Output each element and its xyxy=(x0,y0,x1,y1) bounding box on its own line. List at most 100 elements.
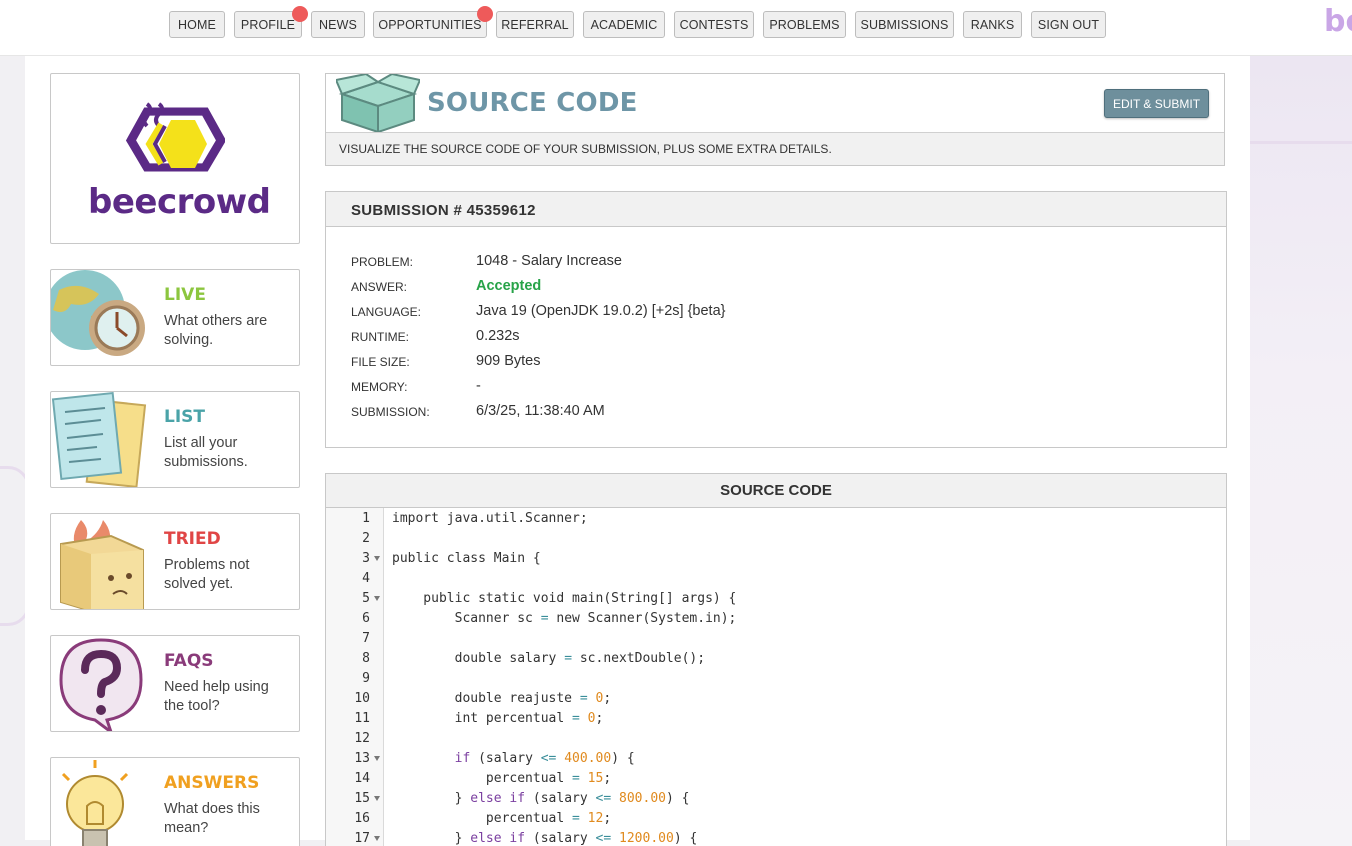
source-code-header-panel: SOURCE CODE EDIT & SUBMIT VISUALIZE THE … xyxy=(325,73,1225,166)
page-title: SOURCE CODE xyxy=(427,88,638,118)
nav-home-button[interactable]: HOME xyxy=(169,11,225,38)
submission-panel-header: SUBMISSION # 45359612 xyxy=(326,192,1226,227)
top-navigation-bar: HOME PROFILE NEWS OPPORTUNITIES REFERRAL… xyxy=(0,0,1352,56)
line-number: 15 xyxy=(354,791,370,806)
line-number: 11 xyxy=(354,711,370,726)
detail-label-language: LANGUAGE: xyxy=(351,305,422,319)
nav-problems-button[interactable]: PROBLEMS xyxy=(763,11,846,38)
beecrowd-logo-card[interactable]: beecrowd xyxy=(50,73,300,244)
detail-label-memory: MEMORY: xyxy=(351,380,408,394)
code-line: 9 xyxy=(326,669,1226,689)
brand-logo-partial[interactable]: be xyxy=(1324,4,1352,39)
code-text: double reajuste = 0; xyxy=(392,691,612,706)
edit-and-submit-button[interactable]: EDIT & SUBMIT xyxy=(1104,89,1209,118)
detail-label-runtime: RUNTIME: xyxy=(351,330,409,344)
source-code-panel: SOURCE CODE 1 import java.util.Scanner; 2 3… xyxy=(325,473,1227,846)
opportunities-notification-badge xyxy=(477,6,493,22)
detail-value-language: Java 19 (OpenJDK 19.0.2) [+2s] {beta} xyxy=(476,303,726,319)
nav-submissions-button[interactable]: SUBMISSIONS xyxy=(855,11,954,38)
code-line: 2 xyxy=(326,529,1226,549)
sidebar-card-description: What does this mean? xyxy=(164,801,260,836)
line-number: 4 xyxy=(362,571,370,586)
code-text: } else if (salary <= 800.00) { xyxy=(392,791,690,806)
line-number: 2 xyxy=(362,531,370,546)
line-number: 8 xyxy=(362,651,370,666)
submission-title: SUBMISSION # 45359612 xyxy=(351,202,536,219)
code-line: 10 double reajuste = 0; xyxy=(326,689,1226,709)
line-number: 16 xyxy=(354,811,370,826)
detail-value-file-size: 909 Bytes xyxy=(476,353,541,369)
background-decoration xyxy=(1250,56,1352,846)
code-text: } else if (salary <= 1200.00) { xyxy=(392,831,698,846)
line-number: 1 xyxy=(362,511,370,526)
burning-box-icon xyxy=(60,520,144,609)
code-line: 8 double salary = sc.nextDouble(); xyxy=(326,649,1226,669)
submission-details-panel: SUBMISSION # 45359612 PROBLEM: 1048 - Sa… xyxy=(325,191,1227,448)
source-code-title: SOURCE CODE xyxy=(326,474,1226,508)
detail-label-answer: ANSWER: xyxy=(351,280,408,294)
nav-opportunities-button[interactable]: OPPORTUNITIES xyxy=(373,11,487,38)
code-line: 17 } else if (salary <= 1200.00) { xyxy=(326,829,1226,846)
lightbulb-icon xyxy=(61,760,129,846)
code-text: int percentual = 0; xyxy=(392,711,604,726)
code-line: 14 percentual = 15; xyxy=(326,769,1226,789)
nav-sign-out-button[interactable]: SIGN OUT xyxy=(1031,11,1106,38)
sidebar-card-tried[interactable]: TRIED Problems not solved yet. xyxy=(50,513,300,610)
detail-label-file-size: FILE SIZE: xyxy=(351,355,410,369)
detail-value-runtime: 0.232s xyxy=(476,328,520,344)
sidebar-card-description: Problems not solved yet. xyxy=(164,557,250,592)
nav-referral-button[interactable]: REFERRAL xyxy=(496,11,574,38)
sidebar-card-title: LIST xyxy=(164,407,205,427)
line-number: 3 xyxy=(362,551,370,566)
detail-value-submission-date: 6/3/25, 11:38:40 AM xyxy=(476,403,605,419)
fold-arrow-icon[interactable] xyxy=(374,556,380,561)
line-number: 5 xyxy=(362,591,370,606)
sidebar-card-faqs[interactable]: FAQS Need help using the tool? xyxy=(50,635,300,732)
sidebar-card-list[interactable]: LIST List all your submissions. xyxy=(50,391,300,488)
fold-arrow-icon[interactable] xyxy=(374,596,380,601)
fold-arrow-icon[interactable] xyxy=(374,796,380,801)
beecrowd-wordmark: beecrowd xyxy=(88,182,271,222)
line-number: 13 xyxy=(354,751,370,766)
code-text: double salary = sc.nextDouble(); xyxy=(392,651,706,666)
sidebar-card-description: What others are solving. xyxy=(164,313,268,348)
nav-academic-button[interactable]: ACADEMIC xyxy=(583,11,665,38)
sidebar-card-description: List all your submissions. xyxy=(164,435,248,470)
fold-arrow-icon[interactable] xyxy=(374,836,380,841)
sidebar-card-live[interactable]: LIVE What others are solving. xyxy=(50,269,300,366)
code-line: 15 } else if (salary <= 800.00) { xyxy=(326,789,1226,809)
question-mark-icon xyxy=(59,638,143,731)
code-line: 12 xyxy=(326,729,1226,749)
code-text: public class Main { xyxy=(392,551,541,566)
detail-value-answer: Accepted xyxy=(476,278,542,294)
code-line: 4 xyxy=(326,569,1226,589)
code-line: 1 import java.util.Scanner; xyxy=(326,509,1226,529)
line-number: 10 xyxy=(354,691,370,706)
sidebar-card-title: TRIED xyxy=(164,529,221,549)
sidebar-card-title: FAQS xyxy=(164,651,214,671)
line-number: 17 xyxy=(354,831,370,846)
line-number: 7 xyxy=(362,631,370,646)
line-number: 14 xyxy=(354,771,370,786)
fold-arrow-icon[interactable] xyxy=(374,756,380,761)
nav-news-button[interactable]: NEWS xyxy=(311,11,365,38)
detail-value-memory: - xyxy=(476,378,481,394)
code-line: 11 int percentual = 0; xyxy=(326,709,1226,729)
nav-contests-button[interactable]: CONTESTS xyxy=(674,11,754,38)
code-text: Scanner sc = new Scanner(System.in); xyxy=(392,611,737,626)
detail-label-problem: PROBLEM: xyxy=(351,255,414,269)
code-text: percentual = 15; xyxy=(392,771,612,786)
detail-value-problem[interactable]: 1048 - Salary Increase xyxy=(476,253,622,269)
code-line: 16 percentual = 12; xyxy=(326,809,1226,829)
sidebar-card-answers[interactable]: ANSWERS What does this mean? xyxy=(50,757,300,846)
profile-notification-badge xyxy=(292,6,308,22)
sidebar-card-title: ANSWERS xyxy=(164,773,260,793)
code-text: public static void main(String[] args) { xyxy=(392,591,737,606)
sidebar-card-title: LIVE xyxy=(164,285,206,305)
sidebar-card-description: Need help using the tool? xyxy=(164,679,269,714)
detail-label-submission: SUBMISSION: xyxy=(351,405,430,419)
document-list-icon xyxy=(51,392,147,487)
code-line: 6 Scanner sc = new Scanner(System.in); xyxy=(326,609,1226,629)
line-number: 9 xyxy=(362,671,370,686)
nav-ranks-button[interactable]: RANKS xyxy=(963,11,1022,38)
